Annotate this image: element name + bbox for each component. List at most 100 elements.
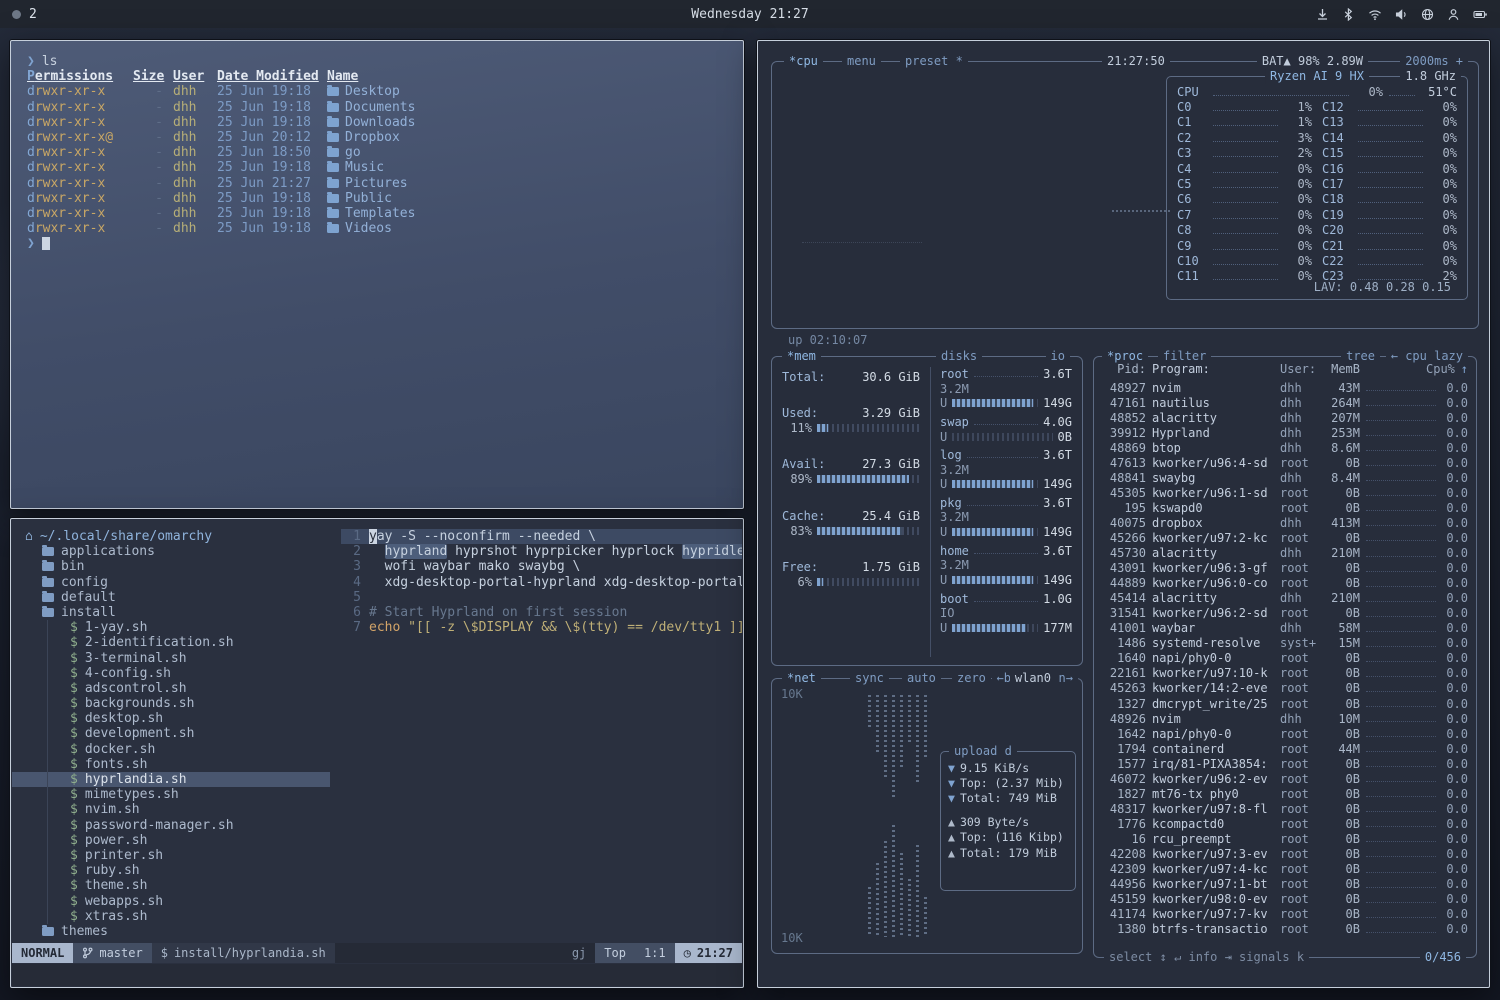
process-row[interactable]: 40075 dropbox dhh 413M 0.0 xyxy=(1104,515,1468,530)
process-row[interactable]: 42309 kworker/u97:4-kc root 0B 0.0 xyxy=(1104,862,1468,877)
preset-button[interactable]: preset * xyxy=(900,54,968,69)
tree-item[interactable]: $ ruby.sh xyxy=(12,863,330,878)
tree-item[interactable]: $ webapps.sh xyxy=(12,894,330,909)
tree-item[interactable]: $ development.sh xyxy=(12,726,330,741)
process-row[interactable]: 48317 kworker/u97:8-fl root 0B 0.0 xyxy=(1104,801,1468,816)
process-row[interactable]: 195 kswapd0 root 0B 0.0 xyxy=(1104,500,1468,515)
process-row[interactable]: 1486 systemd-resolve syst+ 15M 0.0 xyxy=(1104,636,1468,651)
download-icon[interactable] xyxy=(1316,8,1329,21)
globe-icon[interactable] xyxy=(1421,8,1434,21)
header-user[interactable]: User: xyxy=(1280,362,1320,376)
cpu-box-title[interactable]: *cpu xyxy=(784,54,823,69)
process-row[interactable]: 1776 kcompactd0 root 0B 0.0 xyxy=(1104,816,1468,831)
process-row[interactable]: 41001 waybar dhh 58M 0.0 xyxy=(1104,621,1468,636)
tree-item[interactable]: $ power.sh xyxy=(12,833,330,848)
mem-box-title[interactable]: *mem xyxy=(782,349,821,364)
process-row[interactable]: 43091 kworker/u96:3-gf root 0B 0.0 xyxy=(1104,561,1468,576)
tree-item[interactable]: $ hyprlandia.sh xyxy=(12,772,330,787)
process-row[interactable]: 48869 btop dhh 8.6M 0.0 xyxy=(1104,440,1468,455)
bluetooth-icon[interactable] xyxy=(1342,8,1355,21)
net-stats-title[interactable]: upload d xyxy=(949,744,1017,759)
process-row[interactable]: 42208 kworker/u97:3-ev root 0B 0.0 xyxy=(1104,846,1468,861)
tree-item[interactable]: $ themes xyxy=(12,924,330,939)
core-meter xyxy=(1358,149,1423,157)
process-row[interactable]: 16 rcu_preempt root 0B 0.0 xyxy=(1104,831,1468,846)
tree-item[interactable]: $ 1-yay.sh xyxy=(12,620,330,635)
tree-item[interactable]: $ bin xyxy=(12,559,330,574)
tree-item[interactable]: $ fonts.sh xyxy=(12,757,330,772)
process-row[interactable]: 1642 napi/phy0-0 root 0B 0.0 xyxy=(1104,726,1468,741)
process-row[interactable]: 39912 Hyprland dhh 253M 0.0 xyxy=(1104,425,1468,440)
tree-item[interactable]: $ mimetypes.sh xyxy=(12,787,330,802)
tree-item[interactable]: $ default xyxy=(12,590,330,605)
tree-item[interactable]: $ install xyxy=(12,605,330,620)
workspace-dot-icon[interactable] xyxy=(12,10,21,19)
file-tree[interactable]: ⌂ ~/.local/share/omarchy $ applications … xyxy=(12,529,330,941)
tree-item[interactable]: $ xtras.sh xyxy=(12,909,330,924)
process-row[interactable]: 44956 kworker/u97:1-bt root 0B 0.0 xyxy=(1104,877,1468,892)
io-title[interactable]: io xyxy=(1046,349,1070,364)
process-row[interactable]: 1327 dmcrypt_write/25 root 0B 0.0 xyxy=(1104,696,1468,711)
process-row[interactable]: 47613 kworker/u96:4-sd root 0B 0.0 xyxy=(1104,455,1468,470)
process-row[interactable]: 48841 swaybg dhh 8.4M 0.0 xyxy=(1104,470,1468,485)
tree-item[interactable]: $ desktop.sh xyxy=(12,711,330,726)
process-row[interactable]: 45263 kworker/14:2-eve root 0B 0.0 xyxy=(1104,681,1468,696)
process-row[interactable]: 46072 kworker/u96:2-ev root 0B 0.0 xyxy=(1104,771,1468,786)
tree-item[interactable]: $ 3-terminal.sh xyxy=(12,651,330,666)
net-sync-toggle[interactable]: sync xyxy=(850,671,889,686)
tree-item[interactable]: $ 2-identification.sh xyxy=(12,635,330,650)
editor-pane[interactable]: 1yay -S --noconfirm --needed \ 2 hyprlan… xyxy=(341,529,742,941)
header-program[interactable]: Program: xyxy=(1152,362,1274,376)
date-modified: 25 Jun 19:18 xyxy=(217,206,317,221)
user-icon[interactable] xyxy=(1447,8,1460,21)
process-row[interactable]: 48852 alacritty dhh 207M 0.0 xyxy=(1104,410,1468,425)
terminal-output[interactable]: ❯ls Permissions Size User Date Modified … xyxy=(11,41,743,508)
process-row[interactable]: 44889 kworker/u96:0-co root 0B 0.0 xyxy=(1104,576,1468,591)
tree-item[interactable]: $ config xyxy=(12,575,330,590)
process-row[interactable]: 45730 alacritty dhh 210M 0.0 xyxy=(1104,546,1468,561)
tree-item[interactable]: $ nvim.sh xyxy=(12,802,330,817)
process-row[interactable]: 1640 napi/phy0-0 root 0B 0.0 xyxy=(1104,651,1468,666)
process-row[interactable]: 22161 kworker/u97:10-k root 0B 0.0 xyxy=(1104,666,1468,681)
workspace-indicator[interactable]: 2 xyxy=(29,7,37,22)
process-row[interactable]: 41174 kworker/u97:7-kv root 0B 0.0 xyxy=(1104,907,1468,922)
prompt-line-empty[interactable]: ❯ xyxy=(27,236,727,251)
menu-button[interactable]: menu xyxy=(842,54,881,69)
tree-item[interactable]: $ adscontrol.sh xyxy=(12,681,330,696)
net-next-hint[interactable]: n→ xyxy=(1054,671,1078,686)
header-pid[interactable]: Pid: xyxy=(1104,362,1146,376)
tree-item[interactable]: $ applications xyxy=(12,544,330,559)
process-row[interactable]: 45305 kworker/u96:1-sd root 0B 0.0 xyxy=(1104,485,1468,500)
refresh-interval[interactable]: 2000ms + xyxy=(1400,54,1468,69)
header-mem[interactable]: MemB xyxy=(1326,362,1360,376)
process-row[interactable]: 45266 kworker/u97:2-kc root 0B 0.0 xyxy=(1104,530,1468,545)
clock[interactable]: Wednesday 21:27 xyxy=(0,7,1500,22)
tree-item[interactable]: $ printer.sh xyxy=(12,848,330,863)
process-row[interactable]: 1577 irq/81-PIXA3854: root 0B 0.0 xyxy=(1104,756,1468,771)
disks-title[interactable]: disks xyxy=(936,349,982,364)
proc-footer-hints[interactable]: select ↕ ↵ info ⇥ signals k xyxy=(1104,950,1309,965)
tree-item[interactable]: $ backgrounds.sh xyxy=(12,696,330,711)
process-row[interactable]: 47161 nautilus dhh 264M 0.0 xyxy=(1104,395,1468,410)
process-row[interactable]: 1794 containerd root 44M 0.0 xyxy=(1104,741,1468,756)
volume-icon[interactable] xyxy=(1395,8,1408,21)
process-row[interactable]: 31541 kworker/u96:2-sd root 0B 0.0 xyxy=(1104,606,1468,621)
tree-item[interactable]: $ theme.sh xyxy=(12,878,330,893)
sort-arrow-icon[interactable]: ↑ xyxy=(1458,362,1468,376)
net-zero-toggle[interactable]: zero xyxy=(952,671,991,686)
net-auto-toggle[interactable]: auto xyxy=(902,671,941,686)
command-line[interactable] xyxy=(12,964,742,986)
process-row[interactable]: 48927 nvim dhh 43M 0.0 xyxy=(1104,380,1468,395)
process-row[interactable]: 1380 btrfs-transactio root 0B 0.0 xyxy=(1104,922,1468,937)
process-row[interactable]: 45159 kworker/u98:0-ev root 0B 0.0 xyxy=(1104,892,1468,907)
net-box-title[interactable]: *net xyxy=(782,671,821,686)
process-row[interactable]: 48926 nvim dhh 10M 0.0 xyxy=(1104,711,1468,726)
tree-item[interactable]: $ password-manager.sh xyxy=(12,818,330,833)
wifi-icon[interactable] xyxy=(1368,8,1382,21)
battery-icon[interactable] xyxy=(1473,8,1488,21)
tree-item[interactable]: $ docker.sh xyxy=(12,742,330,757)
tree-item[interactable]: $ 4-config.sh xyxy=(12,666,330,681)
process-row[interactable]: 1827 mt76-tx phy0 root 0B 0.0 xyxy=(1104,786,1468,801)
header-cpu[interactable]: Cpu% xyxy=(1426,362,1452,376)
process-row[interactable]: 45414 alacritty dhh 210M 0.0 xyxy=(1104,591,1468,606)
